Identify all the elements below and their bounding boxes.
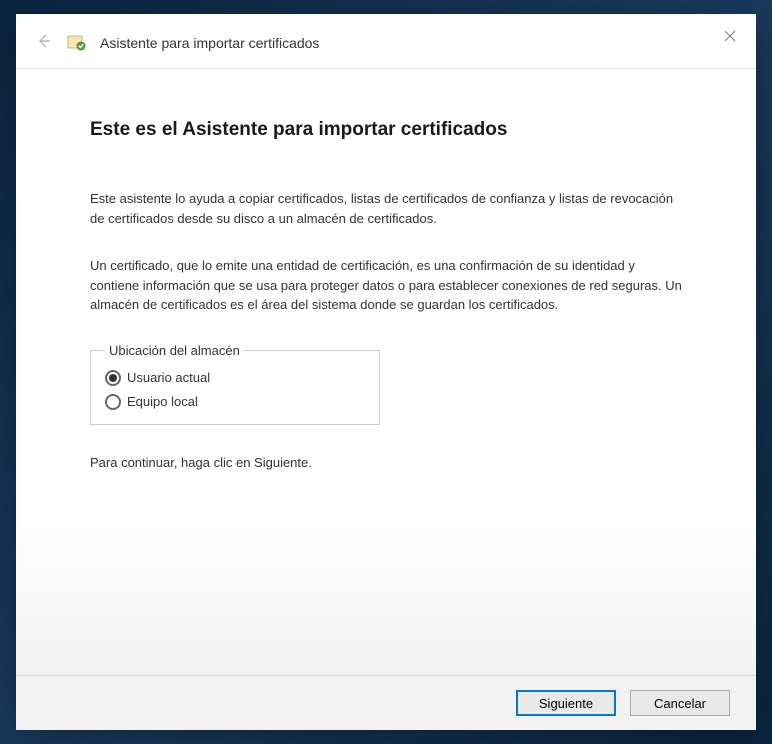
certificate-import-wizard-dialog: Asistente para importar certificados Est… (16, 14, 756, 730)
next-button[interactable]: Siguiente (516, 690, 616, 716)
wizard-footer: Siguiente Cancelar (16, 675, 756, 730)
close-icon (724, 30, 736, 42)
radio-current-user[interactable]: Usuario actual (105, 370, 365, 386)
radio-icon (105, 370, 121, 386)
intro-paragraph-2: Un certificado, que lo emite una entidad… (90, 256, 682, 315)
radio-local-machine[interactable]: Equipo local (105, 394, 365, 410)
continue-instruction: Para continuar, haga clic en Siguiente. (90, 455, 682, 470)
store-location-fieldset: Ubicación del almacén Usuario actual Equ… (90, 343, 380, 425)
radio-icon (105, 394, 121, 410)
close-button[interactable] (716, 22, 744, 50)
certificate-icon (66, 32, 88, 54)
wizard-header-title: Asistente para importar certificados (100, 35, 319, 51)
radio-label: Usuario actual (127, 370, 210, 385)
back-arrow-icon (36, 33, 54, 54)
radio-label: Equipo local (127, 394, 198, 409)
intro-paragraph-1: Este asistente lo ayuda a copiar certifi… (90, 189, 682, 228)
cancel-button[interactable]: Cancelar (630, 690, 730, 716)
wizard-header: Asistente para importar certificados (16, 14, 756, 69)
store-location-legend: Ubicación del almacén (105, 343, 244, 358)
page-title: Este es el Asistente para importar certi… (90, 119, 682, 141)
wizard-content: Este es el Asistente para importar certi… (16, 69, 756, 675)
